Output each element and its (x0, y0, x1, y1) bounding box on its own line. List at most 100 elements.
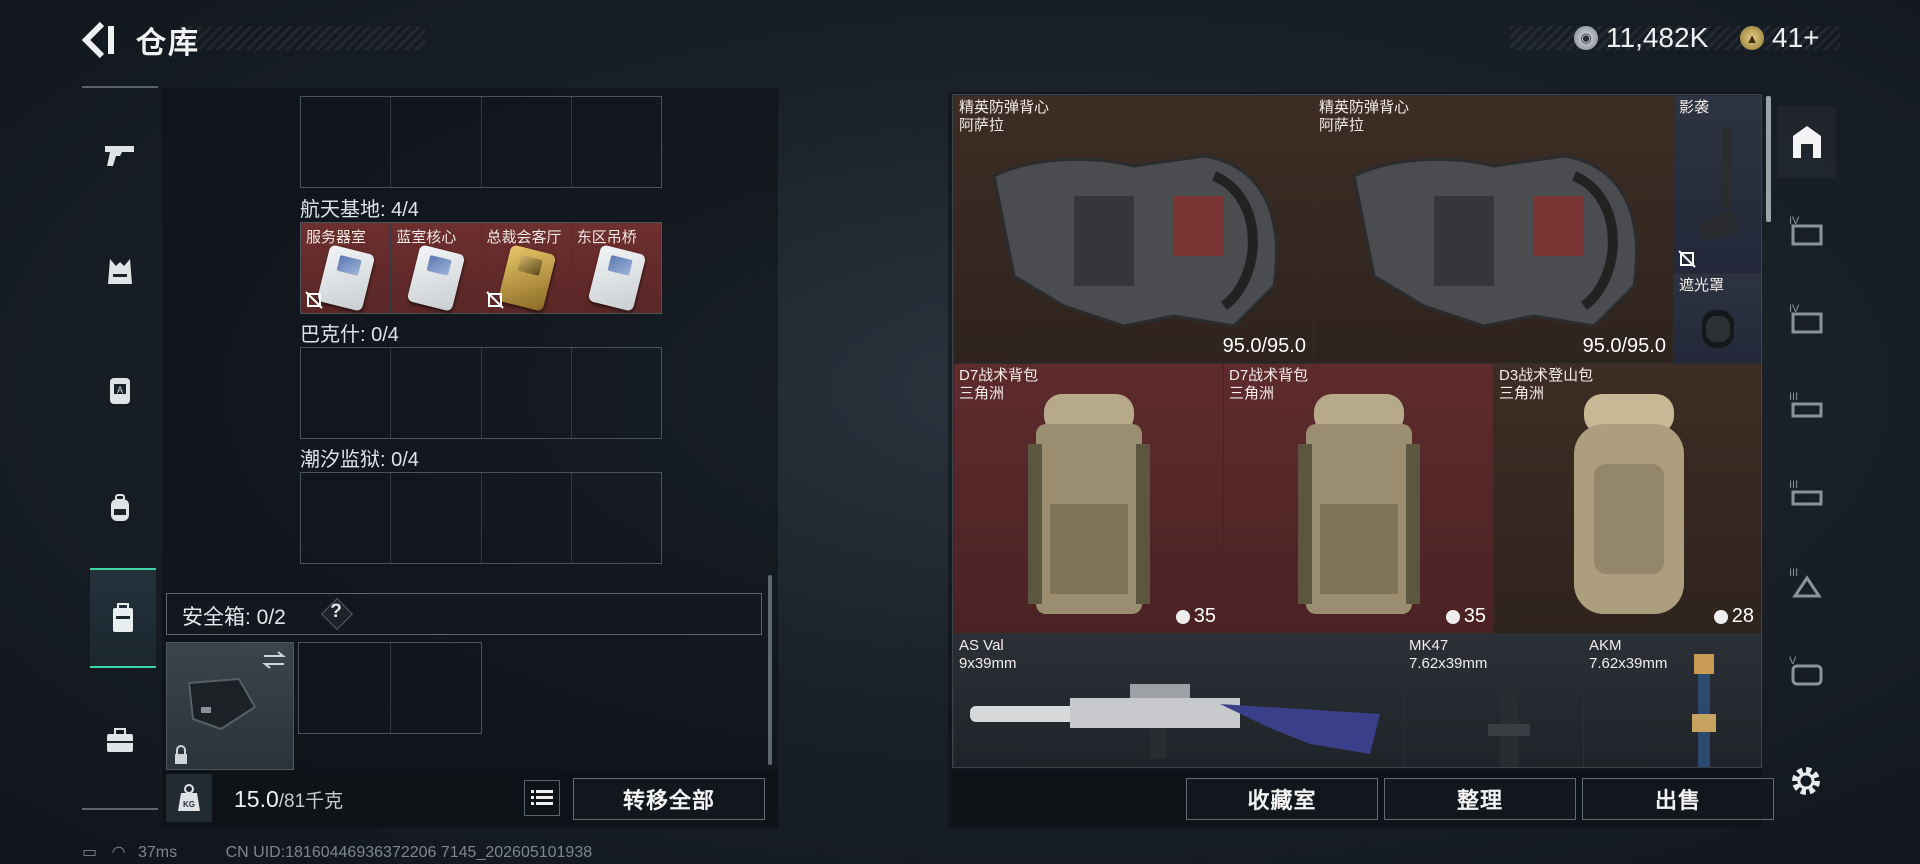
sort-button[interactable]: 整理 (1384, 778, 1576, 820)
keycard-label: 东区吊桥 (576, 229, 637, 246)
stash-item-shadow-strike[interactable]: 影袭 (1673, 95, 1761, 275)
transfer-all-button[interactable]: 转移全部 (573, 778, 765, 820)
key-slot-row-bakhsh (300, 347, 662, 439)
stash-item-mk47[interactable]: MK47 7.62x39mm (1403, 633, 1585, 767)
keycard-slot[interactable]: 总裁会客厅 (481, 223, 572, 313)
key-slot[interactable] (301, 348, 392, 438)
key-slot[interactable] (572, 473, 661, 563)
key-slot-row-aerospace: 服务器室 蓝室核心 总裁会客厅 东区吊桥 (300, 222, 662, 314)
chest-rig-icon: A (110, 378, 130, 404)
key-slot[interactable] (391, 97, 482, 187)
stash-item-vest[interactable]: 精英防弹背心 阿萨拉 95.0/95.0 (953, 95, 1315, 365)
key-slot[interactable] (482, 473, 572, 563)
key-slot-row-prison (300, 472, 662, 564)
item-name: AKM 7.62x39mm (1589, 637, 1668, 672)
stash-grid: 精英防弹背心 阿萨拉 95.0/95.0 精英防弹背心 阿萨拉 95.0/95.0 … (952, 94, 1762, 768)
svg-text:III: III (1789, 479, 1798, 491)
pistol-icon (105, 146, 134, 166)
silver-coin-icon: ◉ (1574, 26, 1598, 50)
weight-icon: KG (178, 784, 200, 811)
rifle-image (1488, 694, 1530, 767)
keycard-image (497, 244, 556, 312)
stash-tier-iv-icon: IV (1789, 215, 1823, 246)
item-name: 精英防弹背心 阿萨拉 (1319, 99, 1410, 134)
weight-readout: 15.0/81千克 (234, 786, 343, 813)
item-name: MK47 7.62x39mm (1409, 637, 1488, 672)
key-slot[interactable] (482, 348, 572, 438)
vest-icon (108, 259, 132, 284)
rail-item-backpack[interactable] (82, 470, 158, 546)
weight-icon-box: KG (166, 774, 212, 822)
tab-tier-iv-2[interactable]: IV (1778, 282, 1836, 354)
stash-tier-iii-icon: III (1789, 479, 1823, 506)
tab-all-items[interactable] (1778, 106, 1836, 178)
tab-tier-iii[interactable]: III (1778, 370, 1836, 442)
stash-home-icon (1793, 126, 1821, 158)
safebox-empty-slot[interactable] (299, 643, 391, 733)
backpack-image (1028, 394, 1150, 614)
swap-icon[interactable] (261, 649, 287, 671)
key-slot-row-top (300, 96, 662, 188)
key-slot[interactable] (572, 97, 661, 187)
key-slot[interactable] (391, 473, 482, 563)
svg-text:III: III (1789, 567, 1798, 579)
stock-image (1698, 128, 1738, 240)
tab-tier-v[interactable]: V (1778, 634, 1836, 706)
keycard-image (316, 244, 376, 312)
gold-currency-amount[interactable]: 41+ (1772, 22, 1820, 54)
item-name: 遮光罩 (1679, 277, 1725, 294)
list-icon (531, 790, 553, 805)
stash-item-as-val[interactable]: AS Val 9x39mm (953, 633, 1405, 767)
no-transfer-icon (305, 291, 323, 309)
stash-item-vest[interactable]: 精英防弹背心 阿萨拉 95.0/95.0 (1313, 95, 1675, 365)
back-button[interactable] (80, 18, 120, 62)
stash-scrollbar[interactable] (1766, 96, 1771, 222)
rail-item-toolbox[interactable] (82, 702, 158, 778)
left-scrollbar[interactable] (768, 575, 772, 765)
keycard-slot[interactable]: 蓝室核心 (391, 223, 482, 313)
key-slot[interactable] (391, 348, 482, 438)
stash-item-backpack[interactable]: D7战术背包 三角洲 35 (1223, 363, 1495, 635)
stash-tier-iii-icon: III (1789, 567, 1822, 598)
safebox-empty-slot[interactable] (391, 643, 482, 733)
stash-tier-iii-icon: III (1789, 391, 1823, 418)
list-view-button[interactable] (524, 780, 560, 816)
key-group-label: 潮汐监狱: 0/4 (300, 449, 419, 471)
weight-max: /81千克 (278, 791, 344, 812)
key-slot[interactable] (482, 97, 572, 187)
tab-tier-iii-2[interactable]: III (1778, 458, 1836, 530)
capacity-readout: 28 (1713, 605, 1754, 628)
title-decoration (180, 26, 425, 50)
stash-item-akm[interactable]: AKM 7.62x39mm (1583, 633, 1761, 767)
rifle-image (1692, 654, 1716, 767)
rail-item-weapons[interactable] (82, 116, 158, 192)
wifi-icon: ◠ (111, 844, 126, 861)
keycard-label: 服务器室 (306, 229, 367, 246)
key-slot[interactable] (301, 97, 392, 187)
item-name: 影袭 (1679, 99, 1710, 116)
battery-icon: ▭ (82, 844, 98, 861)
sell-button[interactable]: 出售 (1582, 778, 1774, 820)
keycard-slot[interactable]: 东区吊桥 (571, 223, 661, 313)
key-slot[interactable] (301, 473, 392, 563)
capacity-readout: 35 (1445, 605, 1486, 628)
weight-current: 15.0 (234, 786, 279, 812)
tab-tier-iv[interactable]: IV (1778, 194, 1836, 266)
stash-item-backpack[interactable]: D7战术背包 三角洲 35 (953, 363, 1225, 635)
safebox-slot[interactable] (166, 642, 294, 770)
ping-readout: 37ms (138, 844, 178, 861)
capacity-icon (1713, 609, 1728, 624)
keycard-slot[interactable]: 服务器室 (301, 223, 392, 313)
rail-item-armor[interactable] (82, 234, 158, 310)
rail-item-container[interactable] (90, 568, 156, 668)
tab-tier-iii-3[interactable]: III (1778, 546, 1836, 618)
collection-room-button[interactable]: 收藏室 (1186, 778, 1378, 820)
stash-item-lens-hood[interactable]: 遮光罩 (1673, 273, 1761, 365)
keycard-image (406, 244, 466, 312)
key-slot[interactable] (572, 348, 661, 438)
stash-item-hiking-backpack[interactable]: D3战术登山包 三角洲 28 (1493, 363, 1761, 635)
uid-readout: CN UID:18160446936372206 7145_2026051019… (225, 844, 593, 861)
lens-hood-image (1702, 310, 1734, 348)
settings-gear-icon[interactable] (1788, 763, 1824, 799)
rail-item-chest-rig[interactable]: A (82, 352, 158, 428)
